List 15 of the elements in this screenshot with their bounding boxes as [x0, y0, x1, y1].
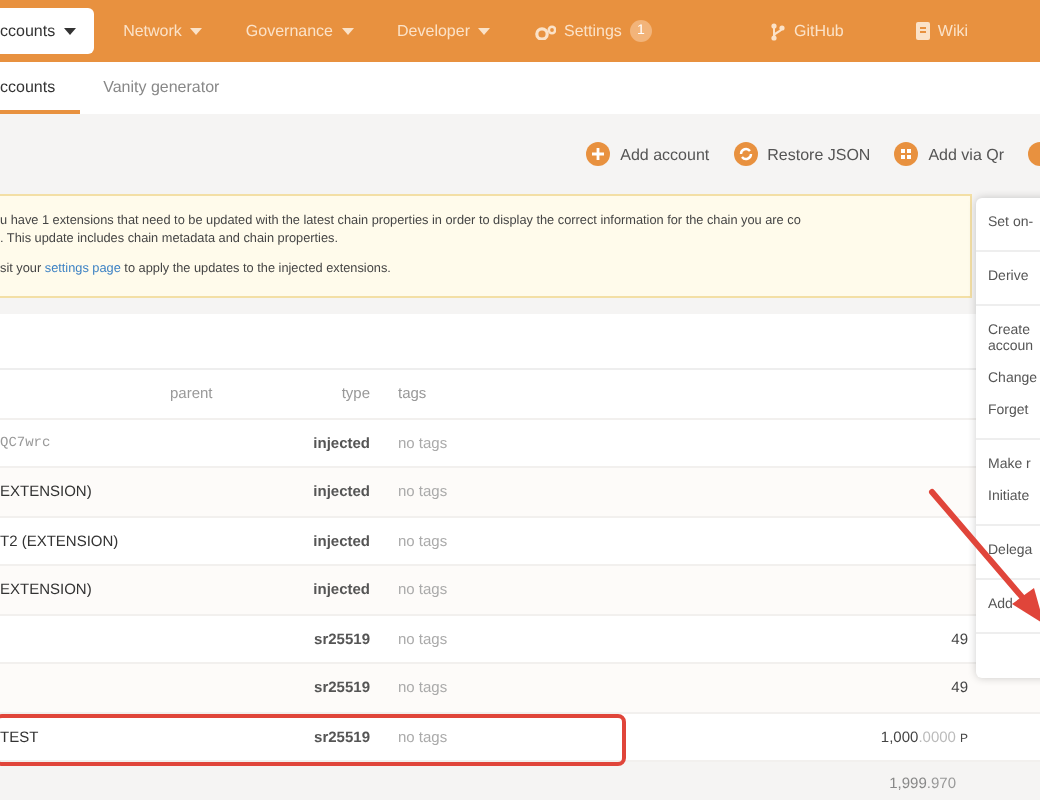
caret-icon	[189, 27, 202, 35]
tab[interactable]: ccounts	[0, 62, 80, 114]
toolbar-button[interactable]: Add account	[586, 142, 710, 166]
grid-icon	[894, 142, 919, 166]
toolbar-button[interactable]: Restore JSON	[733, 142, 871, 166]
tab[interactable]: Vanity generator	[79, 62, 244, 114]
caret-icon	[63, 27, 76, 35]
caret-icon	[341, 27, 354, 35]
refresh-icon	[733, 142, 758, 166]
branch-icon	[769, 21, 786, 41]
toolbar-button[interactable]: Add via Qr	[894, 142, 1004, 166]
nav-menu-item[interactable]: ccounts	[0, 8, 94, 54]
plus-icon	[586, 142, 611, 166]
book-icon	[915, 22, 930, 40]
caret-icon	[477, 27, 490, 35]
